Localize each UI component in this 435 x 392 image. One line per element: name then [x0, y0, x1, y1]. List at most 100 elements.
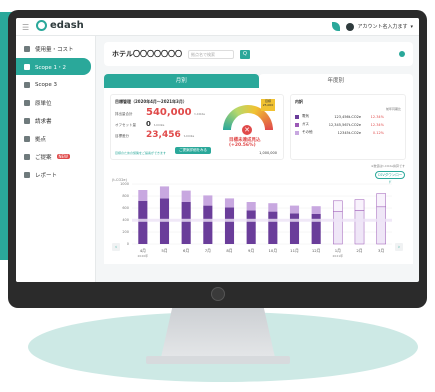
site-search-button[interactable]: Q [240, 49, 250, 59]
x-tick-label: 4月 [140, 248, 146, 253]
y-tick-label: 0 [127, 242, 129, 246]
tab-monthly[interactable]: 月別 [104, 74, 259, 88]
x-tick-label: 12月 [312, 248, 321, 253]
bar-gas [354, 199, 365, 211]
leaf-icon[interactable] [332, 22, 341, 31]
sidebar-item-label: Scope 1・2 [35, 64, 67, 71]
sidebar-item-usage-cost[interactable]: 使用量・コスト [16, 40, 95, 57]
sidebar-item-label: Scope 3 [35, 81, 58, 88]
x-tick-label: 8月 [226, 248, 232, 253]
metric-unit: t-CO2e [153, 123, 165, 127]
new-badge: NEW [56, 154, 70, 159]
sidebar-item-label: 拠点 [35, 136, 47, 143]
bar-gas [138, 190, 148, 201]
target-band [132, 218, 392, 222]
legend-swatch [295, 114, 299, 119]
product-showcase: ☰ edash アカウント名入力ます ▾ 使用量・コスト Scope 1・2 S… [0, 0, 435, 392]
bar-electricity [311, 214, 321, 244]
breakdown-card: 内訳 前年同期比 電気 123,456t-CO2e 12.34% ガス 12,3… [290, 94, 406, 160]
emissions-chart-svg: (t-CO2e)020040060080010004月2020年5月 6月 7月 8月… [112, 178, 403, 258]
period-tabs: 月別 年度別 [104, 74, 413, 88]
y-tick-label: 400 [122, 218, 129, 222]
goal-note: 目標のための施策をご提案ができます [115, 151, 167, 155]
breakdown-title: 内訳 [295, 99, 303, 104]
proposal-detail-button[interactable]: ご提案詳細をみる [175, 147, 211, 154]
x-tick-label: 9月 [248, 248, 254, 253]
y-tick-label: 800 [122, 194, 129, 198]
bar-gas [289, 205, 300, 214]
x-tick-label: 6月 [183, 248, 189, 253]
lightbulb-icon [24, 153, 30, 160]
sidebar-item-label: ご提案 [35, 154, 52, 161]
sidebar-item-label: 原単位 [35, 100, 52, 107]
chevron-left-icon: ‹ [115, 245, 117, 251]
bar-gas [246, 202, 256, 211]
bar-gas [159, 186, 170, 199]
monitor-chin [8, 282, 427, 308]
bar-electricity [203, 205, 213, 244]
monitor-base [146, 356, 290, 364]
app-logo[interactable]: edash [36, 20, 84, 31]
sidebar-item-invoice[interactable]: 請求書 [16, 112, 95, 129]
screen: ☰ edash アカウント名入力ます ▾ 使用量・コスト Scope 1・2 S… [16, 18, 419, 282]
bar-electricity [246, 210, 256, 244]
gauge-target-box: 目標 25,000 [261, 99, 275, 111]
sidebar-item-label: レポート [35, 172, 58, 179]
sidebar-item-unit[interactable]: 原単位 [16, 94, 95, 111]
tab-yearly[interactable]: 年度別 [258, 74, 413, 88]
x-tick-label: 5月 [161, 248, 167, 253]
sidebar-item-scope-1-2[interactable]: Scope 1・2 [16, 58, 91, 75]
logo-mark-icon [36, 20, 47, 31]
chart-bars-icon [24, 45, 30, 52]
sidebar-item-proposal[interactable]: ご提案 NEW [16, 148, 95, 165]
breakdown-name: ガス [302, 122, 309, 126]
top-right-controls: アカウント名入力ます ▾ [332, 22, 413, 31]
account-menu[interactable]: アカウント名入力ます ▾ [346, 22, 413, 31]
metric-unit: t-CO2e [194, 112, 206, 116]
account-name: アカウント名入力ます [357, 24, 408, 30]
sidebar-item-scope-3[interactable]: Scope 3 [16, 76, 95, 93]
x-tick-label: 7月 [205, 248, 211, 253]
factory-icon [24, 63, 30, 70]
x-tick-label: 2月 [356, 248, 362, 253]
logo-text: edash [50, 20, 84, 31]
metric-value: 0 [146, 120, 151, 128]
metric-unit: t-CO2e [183, 134, 195, 138]
bar-electricity [354, 210, 365, 245]
invoice-icon [24, 117, 30, 124]
x-tick-label: 11月 [290, 248, 299, 253]
bar-electricity [289, 213, 300, 244]
y-tick-label: 200 [122, 230, 129, 234]
chevron-down-icon: ▾ [410, 23, 413, 30]
site-header: ホテル〇〇〇〇〇〇〇 拠点名で検索 Q [104, 42, 413, 66]
bar-gas [224, 198, 235, 208]
y-tick-label: 1000 [120, 182, 129, 186]
breakdown-row: その他 12345t-CO2e 0.12% [295, 130, 401, 135]
metric-value: 23,456 [146, 130, 181, 140]
metric-value: 540,000 [146, 107, 192, 118]
sidebar-item-sites[interactable]: 拠点 [16, 130, 95, 147]
site-name: ホテル〇〇〇〇〇〇〇 [112, 50, 182, 58]
sidebar: 使用量・コスト Scope 1・2 Scope 3 原単位 請求書 拠点 ご提案… [16, 36, 96, 282]
x-tick-label: 1月 [335, 248, 341, 253]
emissions-chart: (t-CO2e) 0 200 400 600 800 1000 4月 2020年 5月 6月 7月 8月… [110, 176, 406, 260]
metric-label: オフセット量 [115, 123, 136, 127]
bar-electricity [376, 206, 386, 245]
truck-icon [24, 81, 30, 88]
bar-gas [268, 203, 278, 212]
breakdown-pct: 12.34% [370, 114, 384, 119]
gauge-warning: 目標未達成見込 (+20.56%) [229, 137, 261, 148]
x-tick-label: 3月 [378, 248, 384, 253]
legend-swatch [295, 130, 299, 135]
legend-swatch [295, 122, 299, 127]
goal-total: 1,000,000 [259, 151, 277, 155]
top-bar: ☰ edash アカウント名入力ます ▾ [16, 18, 419, 36]
hamburger-menu-icon[interactable]: ☰ [22, 23, 29, 32]
site-options-icon[interactable] [399, 51, 405, 57]
sidebar-item-report[interactable]: レポート [16, 166, 95, 183]
bar-electricity [224, 207, 235, 244]
building-icon [24, 135, 30, 142]
x-tick-year-label: 2021年 [333, 253, 344, 258]
site-search-input[interactable]: 拠点名で検索 [188, 49, 234, 59]
bar-gas [203, 195, 213, 206]
